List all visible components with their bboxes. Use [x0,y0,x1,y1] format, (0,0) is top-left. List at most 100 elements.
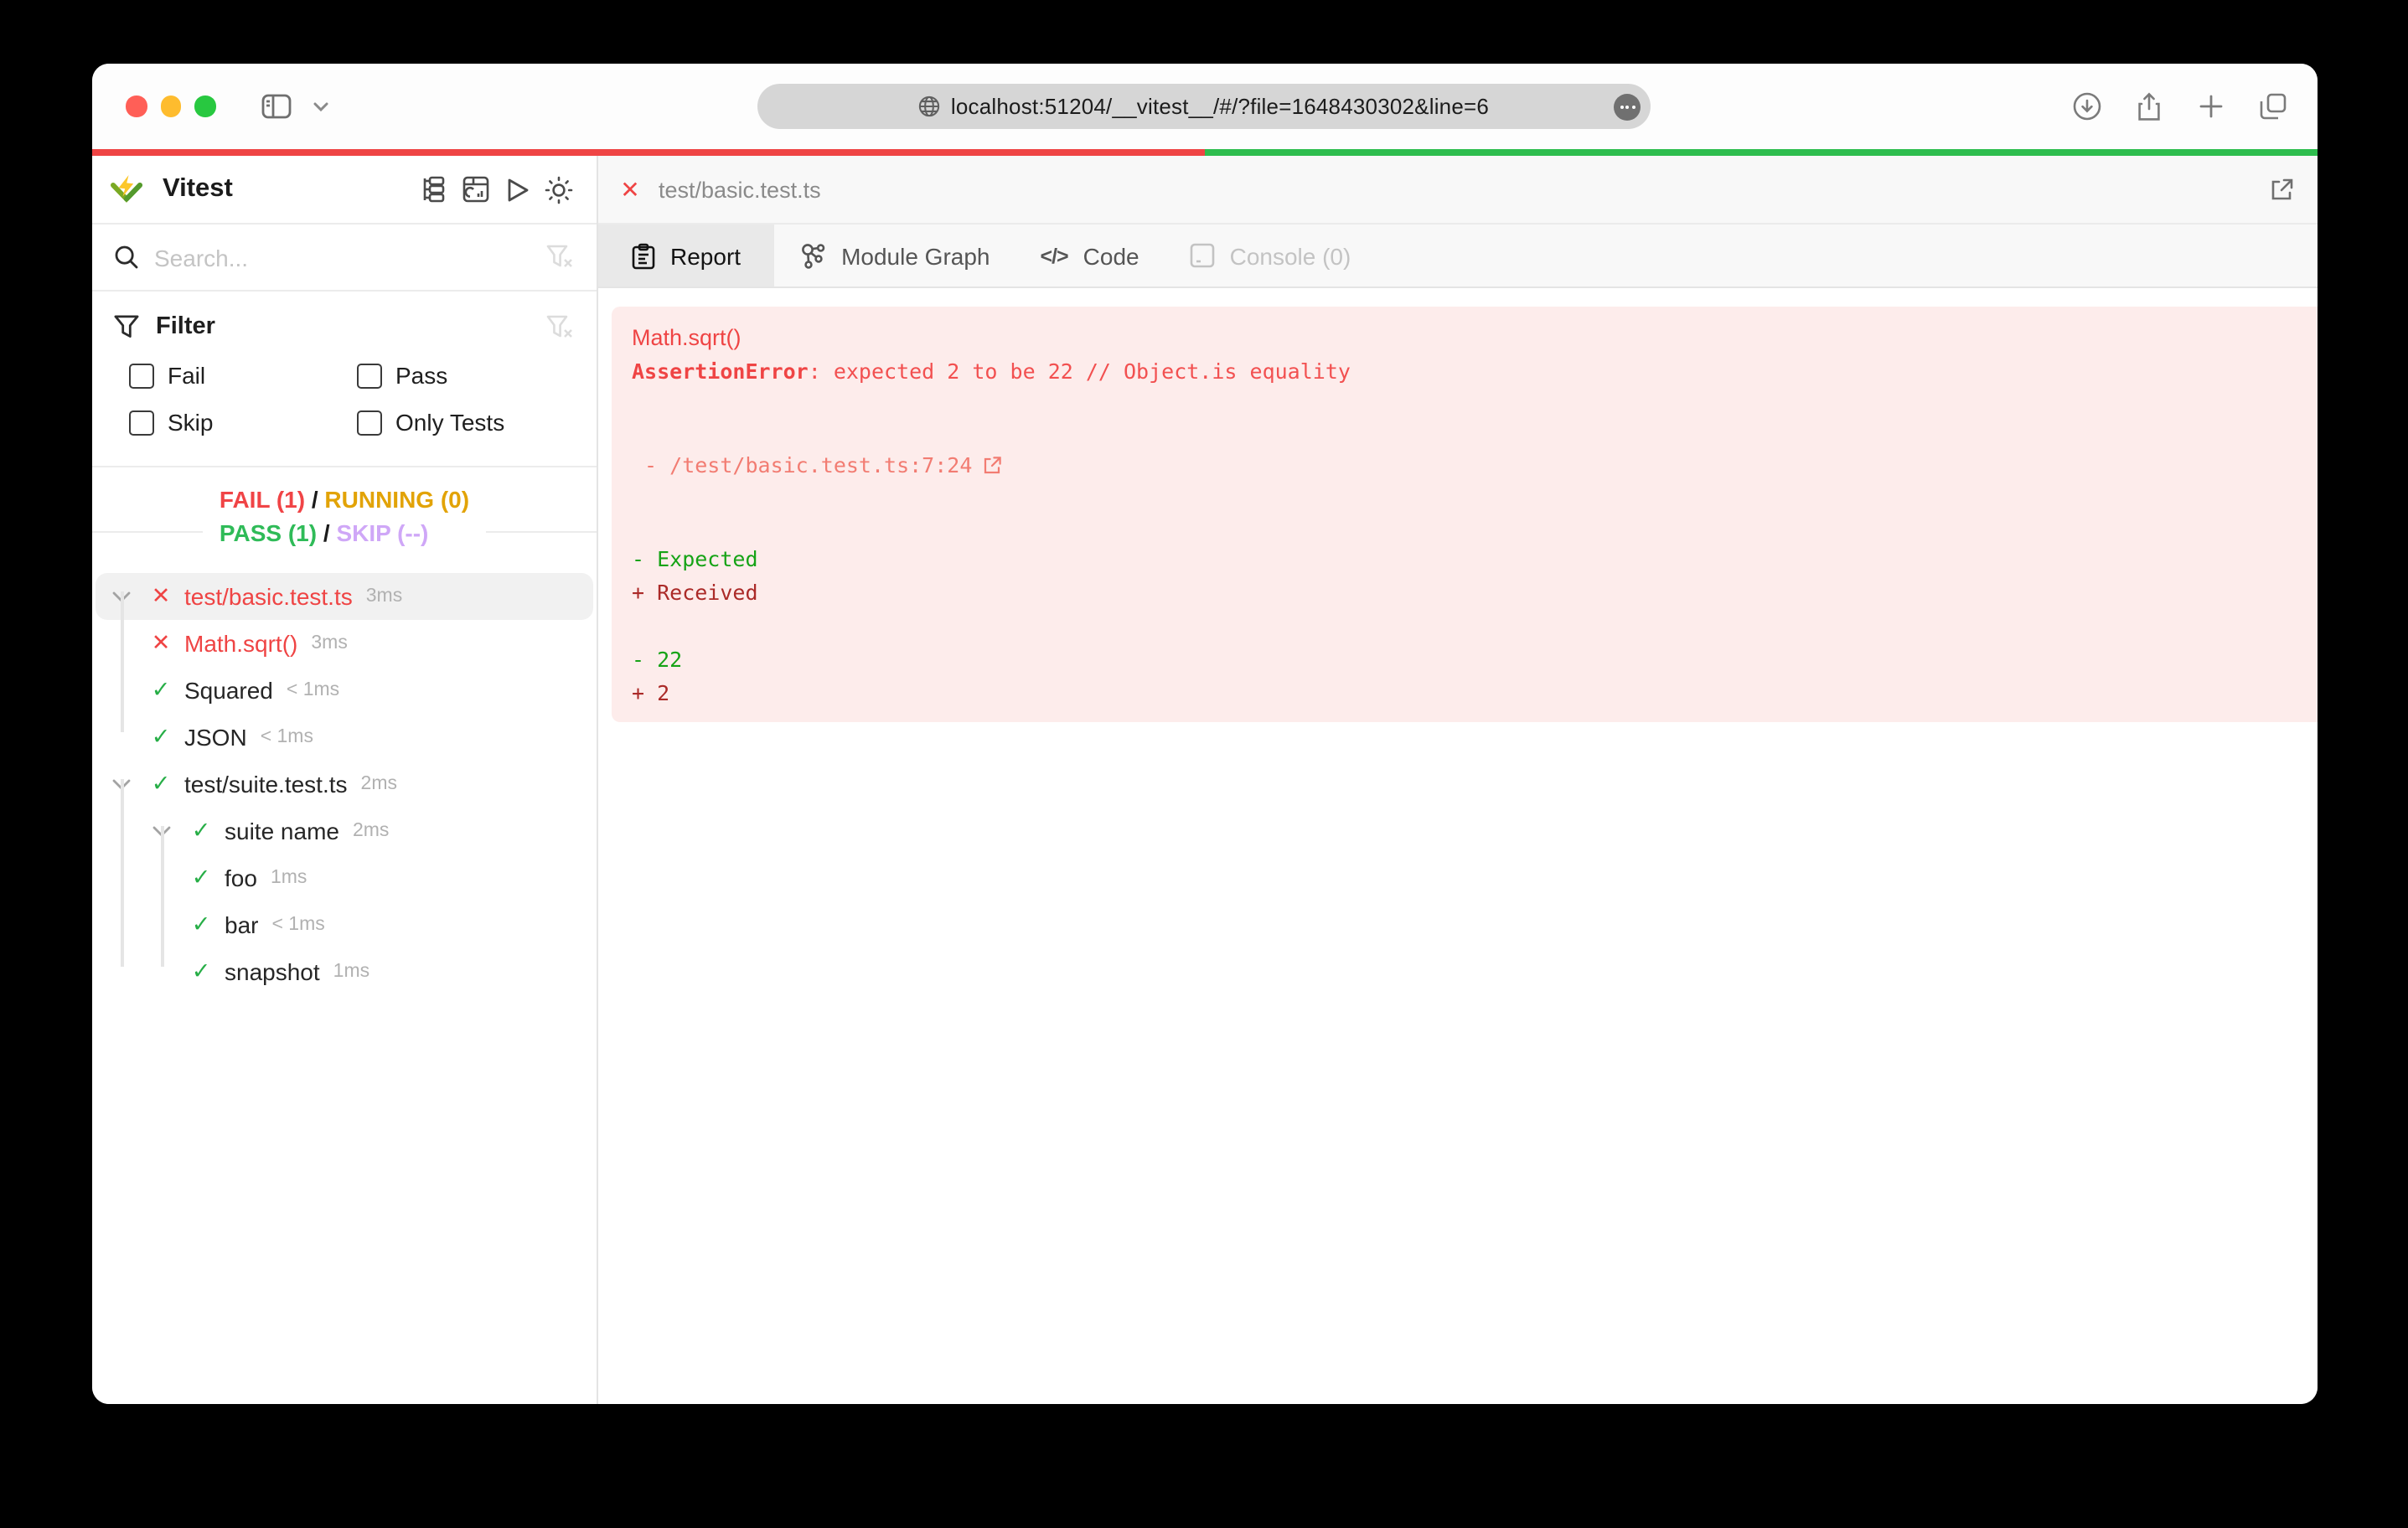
share-icon[interactable] [2133,91,2163,121]
checkbox-icon[interactable] [357,410,382,435]
error-location-line[interactable]: - /test/basic.test.ts:7:24 [632,389,2318,543]
view-tabs: Report Module Graph </> Code Console (0) [598,225,2318,288]
diff-received-value: + 2 [632,680,670,705]
summary-line-1: FAIL (1) / RUNNING (0) [219,486,470,513]
filter-checkbox-skip[interactable]: Skip [129,399,357,446]
tree-row-basic-test[interactable]: ✕ test/basic.test.ts 3ms [96,573,593,620]
skip-count: SKIP (--) [336,519,429,546]
fail-icon: ✕ [151,583,171,608]
tab-label: Report [670,242,742,269]
tree-row-label: foo [225,865,257,891]
error-message: : expected 2 to be 22 // Object.is equal… [808,359,1351,384]
error-name: AssertionError [632,359,809,384]
filter-checkbox-fail[interactable]: Fail [129,352,357,399]
tree-row-json[interactable]: ✓ JSON < 1ms [92,714,597,761]
expand-tree-icon[interactable] [419,175,447,204]
tree-row-squared[interactable]: ✓ Squared < 1ms [92,667,597,714]
filter-title: Filter [156,313,215,340]
clear-search-filter-icon[interactable] [546,245,573,270]
tree-row-label: Math.sqrt() [184,630,298,657]
assertion-error-line: AssertionError: expected 2 to be 22 // O… [632,355,2318,389]
sidebar-toggle-icon[interactable] [261,94,291,119]
tab-console[interactable]: Console (0) [1165,225,1377,286]
tab-overview-icon[interactable] [2257,91,2287,121]
tree-row-label: test/suite.test.ts [184,771,348,798]
tab-report[interactable]: Report [598,225,775,286]
tree-row-label: bar [225,911,259,938]
fail-icon: ✕ [151,630,171,655]
tree-indent-guide [121,779,123,967]
code-icon: </> [1040,244,1069,267]
test-progress-bar [92,149,2318,156]
pass-icon: ✓ [191,818,211,843]
checkbox-icon[interactable] [129,410,154,435]
tree-row-suite-name[interactable]: ✓ suite name 2ms [92,808,597,854]
open-in-editor-icon[interactable] [982,389,1184,543]
report-icon [632,242,655,269]
tree-row-bar[interactable]: ✓ bar < 1ms [92,901,597,948]
tree-row-foo[interactable]: ✓ foo 1ms [92,854,597,901]
pass-icon: ✓ [151,771,171,796]
tab-module-graph[interactable]: Module Graph [774,225,1015,286]
screenshot-frame: localhost:51204/__vitest__/#/?file=16484… [0,0,2408,1528]
tree-row-suite-test[interactable]: ✓ test/suite.test.ts 2ms [92,761,597,808]
tree-indent-guide [121,591,123,732]
tree-row-time: 1ms [333,962,370,982]
diff-expected-label: - Expected [632,546,758,571]
vitest-logo-icon [111,174,142,204]
main-panel: ✕ test/basic.test.ts Report Module Graph… [598,156,2318,1404]
checkbox-label: Only Tests [395,409,505,436]
checkbox-icon[interactable] [129,363,154,388]
app-title: Vitest [163,174,233,203]
tree-row-label: suite name [225,818,339,844]
browser-toolbar: localhost:51204/__vitest__/#/?file=16484… [92,64,2318,149]
diff-blank-line [632,610,2318,643]
test-summary: FAIL (1) / RUNNING (0) PASS (1) / SKIP (… [92,483,597,573]
run-all-icon[interactable] [503,175,531,204]
open-in-editor-icon[interactable] [2269,177,2294,202]
tree-row-math-sqrt[interactable]: ✕ Math.sqrt() 3ms [92,620,597,667]
tree-row-time: < 1ms [286,680,340,700]
failed-test-name: Math.sqrt() [632,325,742,350]
page-options-icon[interactable] [1614,93,1641,120]
summary-line-2: PASS (1) / SKIP (--) [219,519,429,546]
checkbox-label: Pass [395,362,448,389]
pass-icon: ✓ [191,911,211,937]
pass-icon: ✓ [191,865,211,890]
test-tree: ✕ test/basic.test.ts 3ms ✕ Math.sqrt() 3… [92,573,597,995]
filter-checkbox-only-tests[interactable]: Only Tests [357,399,585,446]
window-zoom-button[interactable] [194,96,215,117]
tree-row-label: JSON [184,724,247,751]
tab-code[interactable]: </> Code [1015,225,1165,286]
running-count: RUNNING (0) [324,486,470,513]
downloads-icon[interactable] [2071,91,2101,121]
progress-fail-segment [92,149,1205,156]
window-minimize-button[interactable] [160,96,181,117]
tree-row-snapshot[interactable]: ✓ snapshot 1ms [92,948,597,995]
close-file-icon[interactable]: ✕ [618,175,642,204]
clear-filter-icon[interactable] [546,314,573,339]
url-text: localhost:51204/__vitest__/#/?file=16484… [950,94,1490,119]
module-graph-icon [799,242,826,269]
chevron-down-icon[interactable] [313,101,328,111]
pass-icon: ✓ [151,724,171,749]
tab-label: Console (0) [1229,242,1351,269]
window-close-button[interactable] [126,96,147,117]
file-header: ✕ test/basic.test.ts [598,156,2318,225]
new-tab-icon[interactable] [2195,91,2225,121]
dashboard-icon[interactable] [461,175,489,204]
tree-row-time: < 1ms [271,915,325,935]
tree-row-time: 1ms [270,868,307,888]
open-file-name: test/basic.test.ts [659,177,821,202]
filter-checkbox-pass[interactable]: Pass [357,352,585,399]
pass-icon: ✓ [151,677,171,702]
tree-row-time: 3ms [365,586,403,607]
theme-toggle-icon[interactable] [545,175,573,204]
browser-window: localhost:51204/__vitest__/#/?file=16484… [92,64,2318,1404]
search-bar[interactable]: Search... [92,225,597,292]
sidebar-header: Vitest [92,156,597,225]
address-bar[interactable]: localhost:51204/__vitest__/#/?file=16484… [757,84,1651,129]
filter-section: Filter Fail Pass Skip Only Tests [92,292,597,467]
globe-icon [919,96,941,117]
checkbox-icon[interactable] [357,363,382,388]
